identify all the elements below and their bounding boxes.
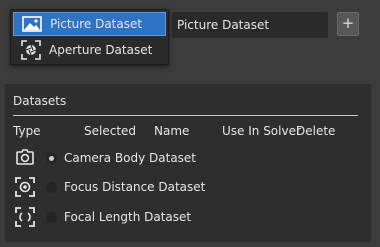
- dataset-name: Focal Length Dataset: [64, 210, 192, 224]
- add-dataset-button[interactable]: +: [337, 12, 359, 36]
- column-header-selected: Selected: [84, 124, 137, 138]
- dataset-type-dropdown: Picture Dataset Aperture Dataset: [10, 9, 169, 65]
- dataset-name: Camera Body Dataset: [64, 151, 197, 165]
- focal-length-icon: [13, 205, 37, 229]
- selected-radio[interactable]: [46, 152, 57, 164]
- dropdown-item-label: Picture Dataset: [50, 17, 143, 31]
- selected-radio[interactable]: [46, 211, 57, 223]
- dropdown-item-label: Aperture Dataset: [49, 43, 153, 57]
- column-header-delete: Delete: [296, 124, 336, 138]
- camera-body-icon: [13, 146, 37, 170]
- column-header-type: Type: [13, 124, 41, 138]
- dataset-row[interactable]: Focal Length Dataset: [13, 205, 353, 229]
- dropdown-item-aperture-dataset[interactable]: Aperture Dataset: [13, 38, 166, 62]
- section-divider: [13, 115, 358, 116]
- dataset-name: Focus Distance Dataset: [64, 180, 206, 194]
- selected-radio[interactable]: [46, 181, 57, 193]
- focus-distance-icon: [13, 175, 37, 199]
- dropdown-item-picture-dataset[interactable]: Picture Dataset: [13, 12, 166, 36]
- dataset-row[interactable]: Focus Distance Dataset: [13, 175, 353, 199]
- column-header-name: Name: [154, 124, 190, 138]
- dataset-row[interactable]: Camera Body Dataset: [13, 146, 353, 170]
- datasets-section-title: Datasets: [13, 94, 67, 108]
- column-header-use-in-solver: Use In Solver: [222, 124, 301, 138]
- dataset-name-input[interactable]: [172, 12, 328, 38]
- picture-icon: [14, 15, 50, 33]
- aperture-icon: [13, 40, 49, 60]
